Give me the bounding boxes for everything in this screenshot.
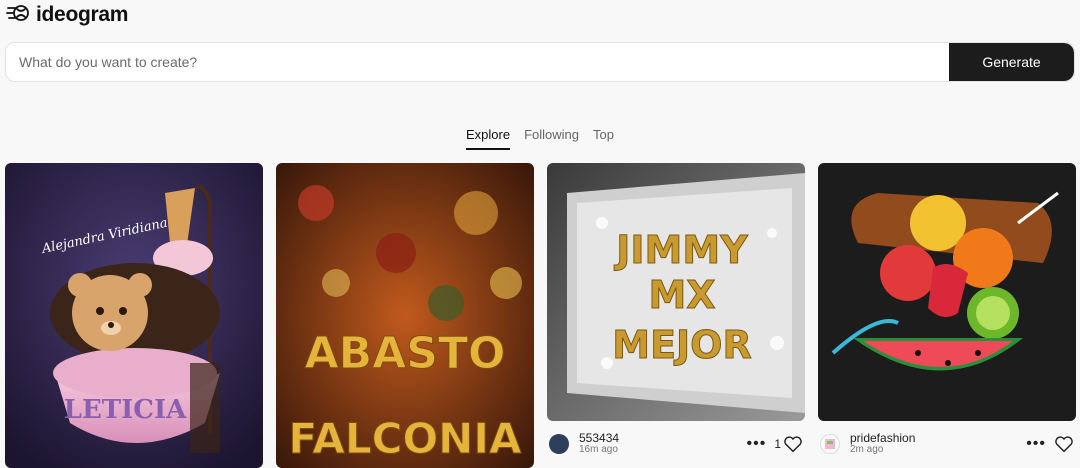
image-main-text: MX: [648, 273, 715, 317]
generated-image[interactable]: [818, 163, 1076, 421]
prompt-input[interactable]: [6, 43, 949, 81]
more-options-icon[interactable]: •••: [747, 436, 767, 452]
app-name[interactable]: ideogram: [36, 3, 128, 27]
username[interactable]: 553434: [579, 432, 619, 444]
generated-image[interactable]: Alejandra Viridiana LETICIA: [5, 163, 263, 468]
image-main-text: JIMMY: [613, 228, 748, 272]
heart-icon: [784, 436, 802, 453]
image-card[interactable]: Alejandra Viridiana LETICIA: [5, 163, 263, 468]
card-footer: 553434 16m ago ••• 1: [547, 429, 805, 459]
image-main-text: FALCONIA: [289, 414, 522, 463]
header: ideogram: [6, 2, 128, 28]
image-main-text: LETICIA: [64, 395, 187, 425]
generate-button[interactable]: Generate: [949, 43, 1074, 81]
like-button[interactable]: [1054, 435, 1074, 453]
tab-following[interactable]: Following: [524, 127, 579, 150]
image-card[interactable]: JIMMY MX MEJOR 553434 16m ago ••• 1: [547, 163, 805, 455]
image-card[interactable]: ABASTO FALCONIA: [276, 163, 534, 468]
feed-tabs: Explore Following Top: [0, 127, 1080, 150]
tab-top[interactable]: Top: [593, 127, 614, 150]
heart-icon: [1055, 436, 1073, 453]
more-options-icon[interactable]: •••: [1026, 436, 1046, 452]
image-main-text: MEJOR: [612, 323, 751, 367]
prompt-bar: Generate: [5, 42, 1075, 82]
timestamp: 16m ago: [579, 444, 618, 455]
image-card[interactable]: pridefashion 2m ago •••: [818, 163, 1076, 455]
like-count: 1: [774, 437, 781, 451]
timestamp: 2m ago: [850, 444, 884, 455]
username[interactable]: pridefashion: [850, 432, 915, 444]
generated-image[interactable]: JIMMY MX MEJOR: [547, 163, 805, 421]
generated-image[interactable]: ABASTO FALCONIA: [276, 163, 534, 468]
like-button[interactable]: 1: [774, 435, 803, 453]
card-footer: pridefashion 2m ago •••: [818, 429, 1076, 459]
image-main-text: ABASTO: [305, 328, 506, 379]
ideogram-logo-icon[interactable]: [6, 2, 30, 29]
tab-explore[interactable]: Explore: [466, 127, 511, 150]
avatar[interactable]: [820, 434, 840, 454]
avatar[interactable]: [549, 434, 569, 454]
